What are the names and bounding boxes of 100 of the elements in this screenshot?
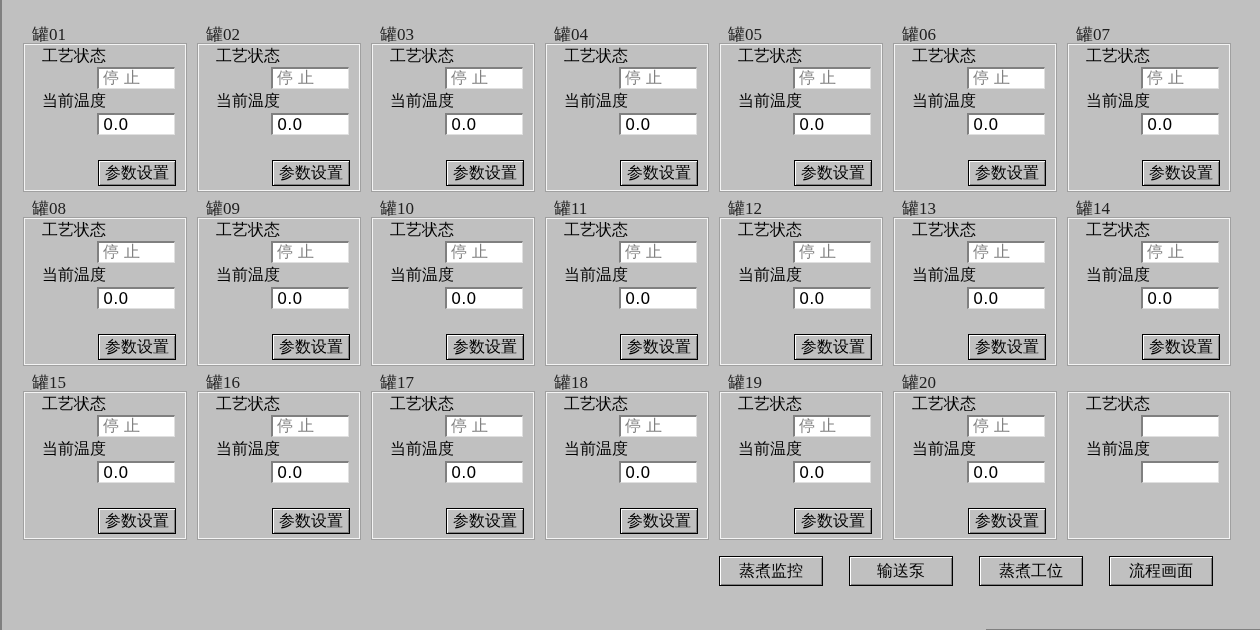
parameter-settings-button[interactable]: 参数设置: [1142, 160, 1220, 186]
tank-title: 罐09: [206, 199, 240, 218]
temperature-label: 当前温度: [1086, 90, 1151, 112]
temperature-field[interactable]: 0.0: [967, 461, 1045, 483]
status-field[interactable]: 停 止: [97, 415, 175, 437]
tank-title: 罐15: [32, 373, 66, 392]
status-label: 工艺状态: [564, 394, 629, 414]
status-field[interactable]: 停 止: [793, 241, 871, 263]
navigation-button[interactable]: 蒸煮监控: [719, 556, 823, 586]
parameter-settings-button[interactable]: 参数设置: [620, 334, 698, 360]
status-field[interactable]: 停 止: [271, 67, 349, 89]
parameter-settings-button[interactable]: 参数设置: [968, 160, 1046, 186]
temperature-field[interactable]: 0.0: [445, 113, 523, 135]
status-label: 工艺状态: [216, 220, 281, 240]
temperature-field[interactable]: 0.0: [793, 461, 871, 483]
status-label: 工艺状态: [1086, 394, 1151, 414]
status-field[interactable]: 停 止: [271, 241, 349, 263]
parameter-settings-button[interactable]: 参数设置: [98, 160, 176, 186]
status-field[interactable]: 停 止: [793, 67, 871, 89]
parameter-settings-button[interactable]: 参数设置: [1142, 334, 1220, 360]
parameter-settings-button[interactable]: 参数设置: [272, 334, 350, 360]
parameter-settings-button[interactable]: 参数设置: [272, 508, 350, 534]
status-label: 工艺状态: [390, 46, 455, 66]
temperature-label: 当前温度: [564, 438, 629, 460]
parameter-settings-button[interactable]: 参数设置: [620, 160, 698, 186]
tank-title: 罐11: [554, 199, 588, 218]
navigation-button[interactable]: 蒸煮工位: [979, 556, 1083, 586]
temperature-label: 当前温度: [564, 264, 629, 286]
parameter-settings-button[interactable]: 参数设置: [968, 334, 1046, 360]
parameter-settings-button[interactable]: 参数设置: [98, 508, 176, 534]
status-field[interactable]: 停 止: [1141, 67, 1219, 89]
temperature-field[interactable]: 0.0: [271, 461, 349, 483]
temperature-field[interactable]: 0.0: [967, 287, 1045, 309]
temperature-label: 当前温度: [42, 438, 107, 460]
parameter-settings-button[interactable]: 参数设置: [794, 508, 872, 534]
status-label: 工艺状态: [1086, 220, 1151, 240]
temperature-field[interactable]: 0.0: [97, 461, 175, 483]
status-field[interactable]: 停 止: [793, 415, 871, 437]
status-field[interactable]: [1141, 415, 1219, 437]
status-label: 工艺状态: [912, 46, 977, 66]
status-label: 工艺状态: [912, 220, 977, 240]
temperature-field[interactable]: 0.0: [271, 287, 349, 309]
tank-title: 罐07: [1076, 25, 1110, 44]
tank-title: 罐02: [206, 25, 240, 44]
temperature-field[interactable]: 0.0: [1141, 113, 1219, 135]
temperature-field[interactable]: [1141, 461, 1219, 483]
temperature-field[interactable]: 0.0: [967, 113, 1045, 135]
status-field[interactable]: 停 止: [619, 241, 697, 263]
navigation-button[interactable]: 输送泵: [849, 556, 953, 586]
temperature-field[interactable]: 0.0: [793, 287, 871, 309]
temperature-field[interactable]: 0.0: [619, 461, 697, 483]
tank-title: 罐12: [728, 199, 762, 218]
status-field[interactable]: 停 止: [619, 67, 697, 89]
status-label: 工艺状态: [42, 394, 107, 414]
parameter-settings-button[interactable]: 参数设置: [794, 160, 872, 186]
temperature-field[interactable]: 0.0: [445, 461, 523, 483]
temperature-field[interactable]: 0.0: [619, 113, 697, 135]
temperature-label: 当前温度: [738, 90, 803, 112]
status-field[interactable]: 停 止: [445, 67, 523, 89]
parameter-settings-button[interactable]: 参数设置: [794, 334, 872, 360]
status-label: 工艺状态: [912, 394, 977, 414]
temperature-field[interactable]: 0.0: [793, 113, 871, 135]
temperature-label: 当前温度: [1086, 438, 1151, 460]
status-field[interactable]: 停 止: [967, 415, 1045, 437]
status-label: 工艺状态: [390, 220, 455, 240]
tank-title: 罐18: [554, 373, 588, 392]
parameter-settings-button[interactable]: 参数设置: [446, 508, 524, 534]
status-field[interactable]: 停 止: [97, 241, 175, 263]
status-label: 工艺状态: [42, 220, 107, 240]
temperature-field[interactable]: 0.0: [445, 287, 523, 309]
temperature-label: 当前温度: [42, 264, 107, 286]
tank-title: 罐10: [380, 199, 414, 218]
temperature-field[interactable]: 0.0: [1141, 287, 1219, 309]
tank-title: 罐03: [380, 25, 414, 44]
temperature-label: 当前温度: [564, 90, 629, 112]
status-label: 工艺状态: [390, 394, 455, 414]
temperature-field[interactable]: 0.0: [97, 287, 175, 309]
status-field[interactable]: 停 止: [445, 415, 523, 437]
parameter-settings-button[interactable]: 参数设置: [968, 508, 1046, 534]
status-field[interactable]: 停 止: [445, 241, 523, 263]
status-field[interactable]: 停 止: [619, 415, 697, 437]
parameter-settings-button[interactable]: 参数设置: [272, 160, 350, 186]
temperature-field[interactable]: 0.0: [619, 287, 697, 309]
status-field[interactable]: 停 止: [97, 67, 175, 89]
parameter-settings-button[interactable]: 参数设置: [446, 160, 524, 186]
status-field[interactable]: 停 止: [967, 241, 1045, 263]
parameter-settings-button[interactable]: 参数设置: [446, 334, 524, 360]
status-field[interactable]: 停 止: [967, 67, 1045, 89]
status-label: 工艺状态: [1086, 46, 1151, 66]
status-label: 工艺状态: [738, 46, 803, 66]
status-field[interactable]: 停 止: [1141, 241, 1219, 263]
temperature-field[interactable]: 0.0: [97, 113, 175, 135]
temperature-label: 当前温度: [912, 438, 977, 460]
navigation-button[interactable]: 流程画面: [1109, 556, 1213, 586]
parameter-settings-button[interactable]: 参数设置: [98, 334, 176, 360]
temperature-label: 当前温度: [216, 90, 281, 112]
parameter-settings-button[interactable]: 参数设置: [620, 508, 698, 534]
status-label: 工艺状态: [738, 394, 803, 414]
status-field[interactable]: 停 止: [271, 415, 349, 437]
temperature-field[interactable]: 0.0: [271, 113, 349, 135]
